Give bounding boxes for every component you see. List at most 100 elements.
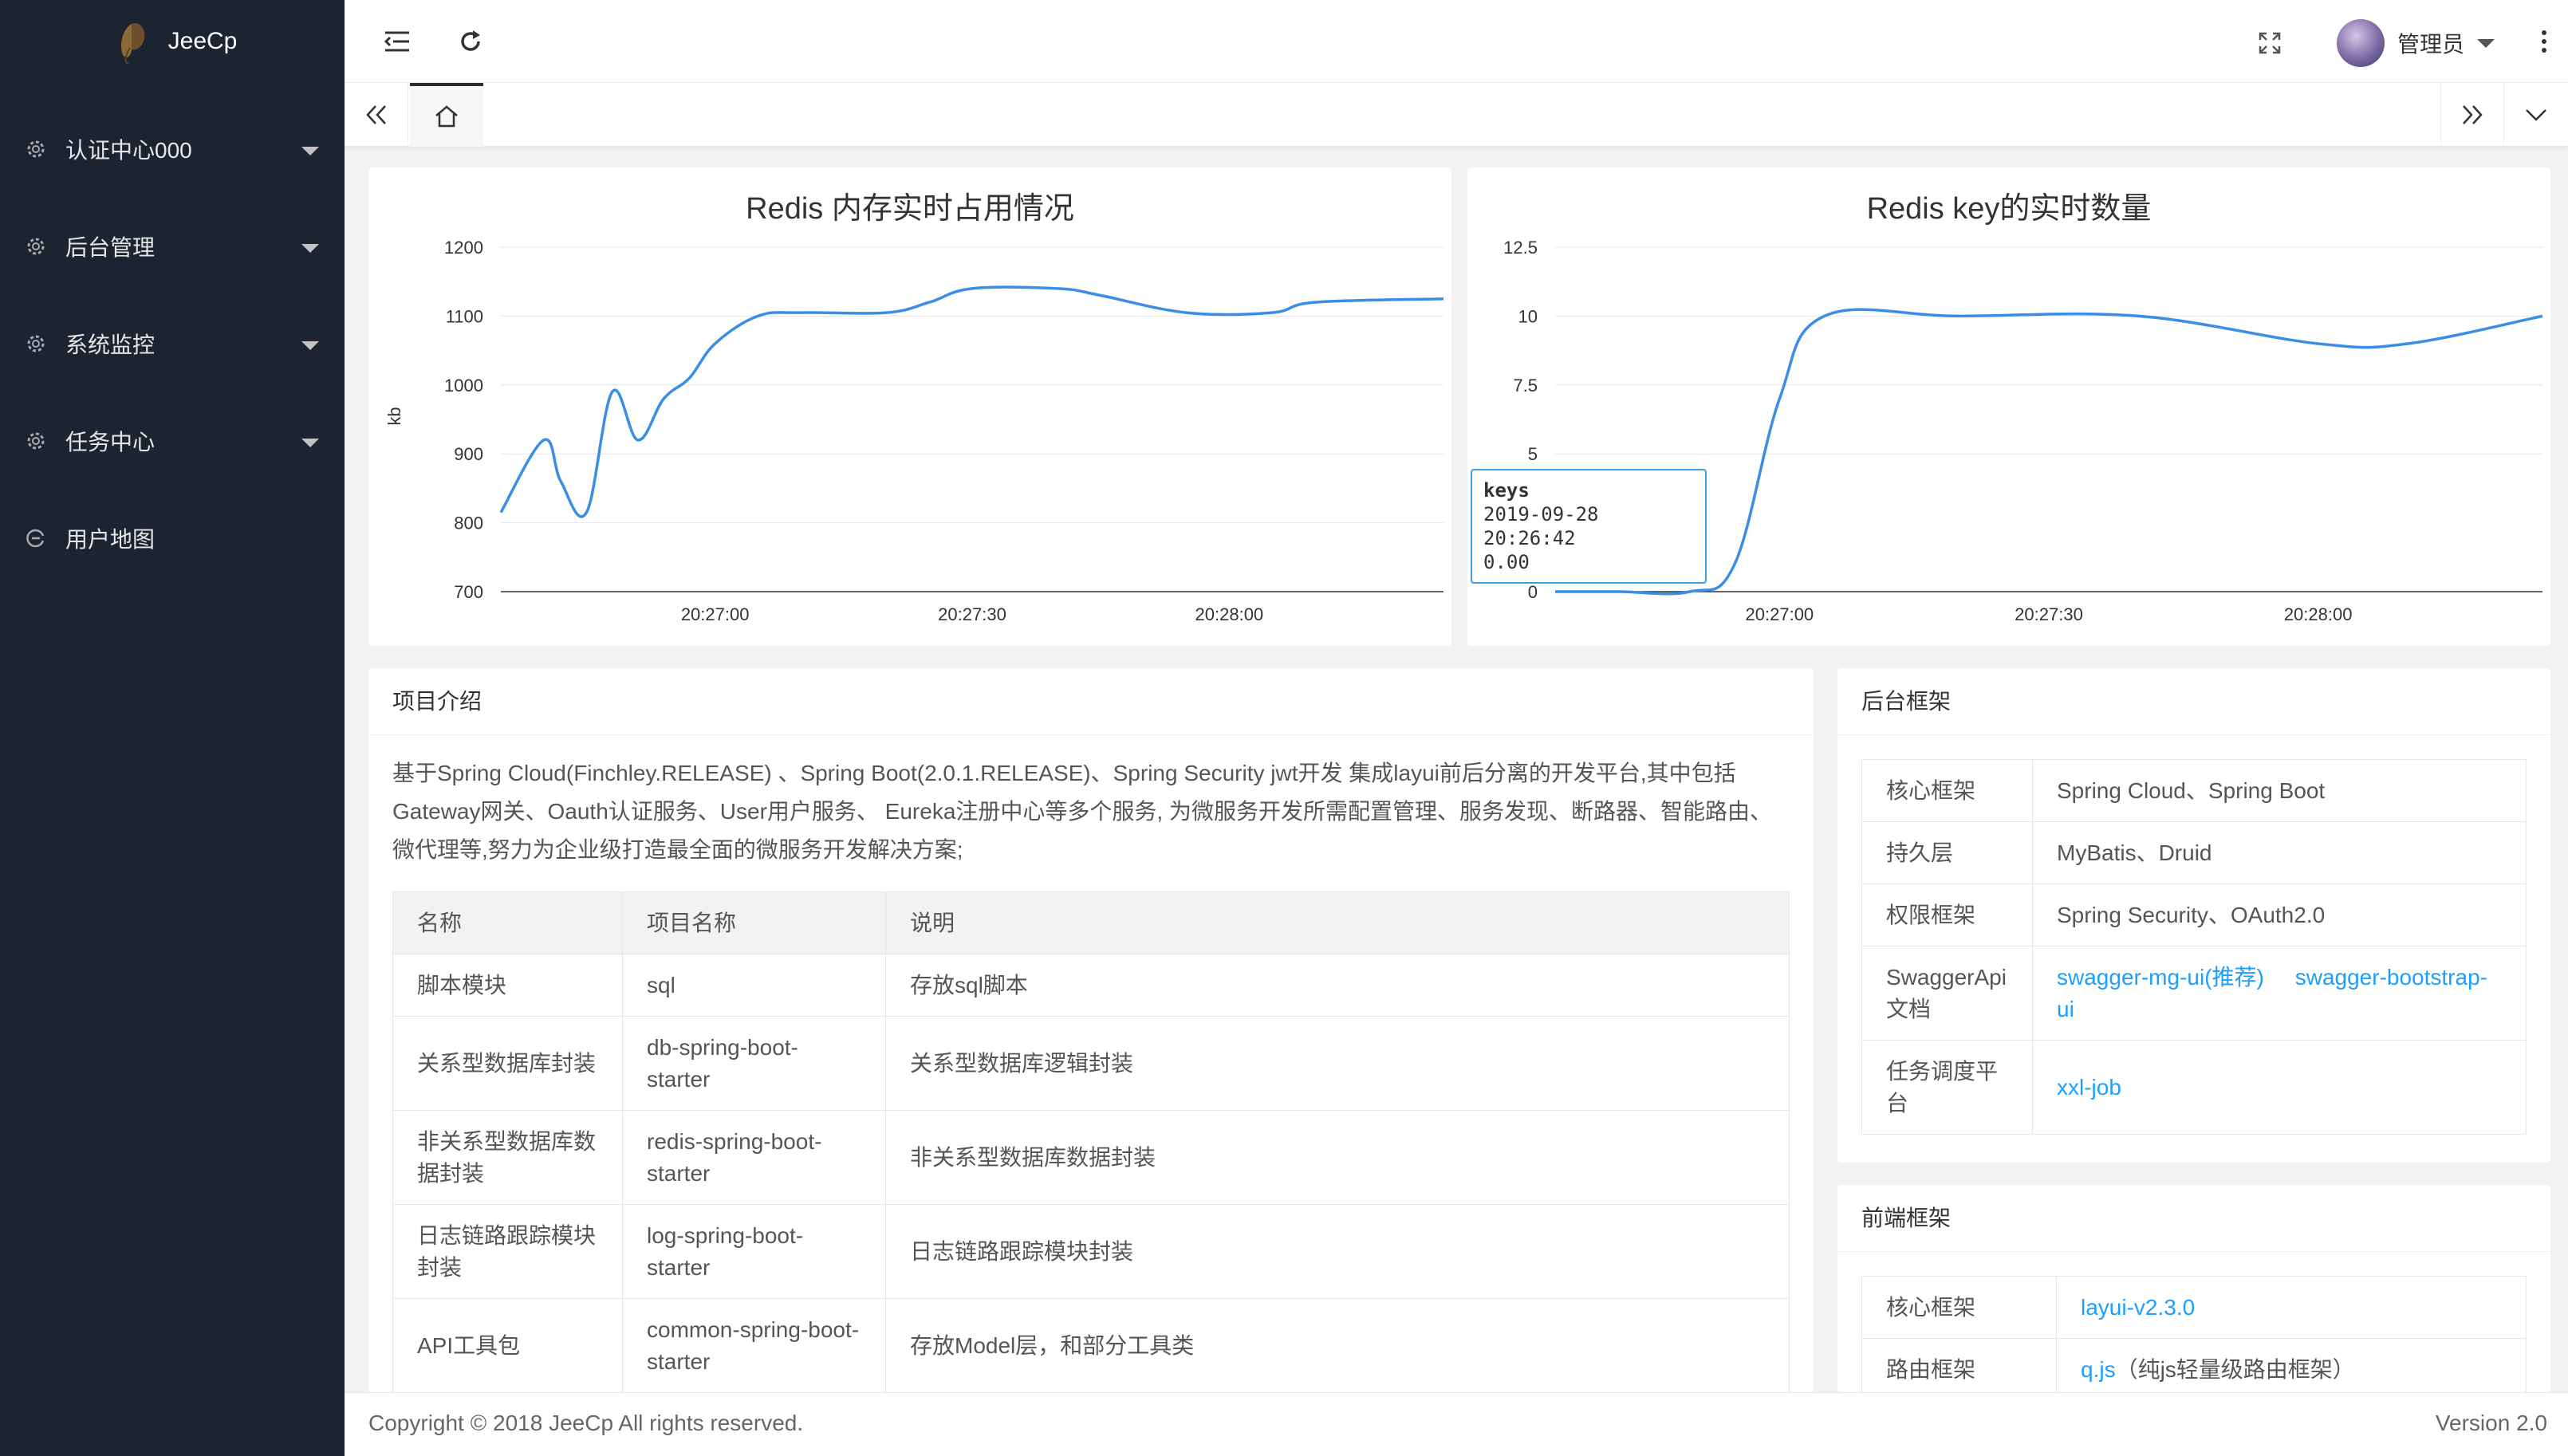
y-tick-label: 1000 — [444, 376, 483, 395]
y-axis-label: kb — [384, 407, 404, 425]
card-title: 前端框架 — [1837, 1185, 2550, 1252]
caret-down-icon — [301, 147, 319, 155]
cell: 权限框架 — [1861, 883, 2033, 946]
sidebar-item-label: 认证中心000 — [65, 138, 192, 163]
logo[interactable]: JeeCp — [0, 0, 345, 83]
cell: 脚本模块 — [392, 954, 623, 1017]
column-header: 项目名称 — [622, 891, 886, 954]
cell: 关系型数据库逻辑封装 — [885, 1016, 1790, 1111]
gear-icon — [24, 234, 48, 258]
sidebar-item-label: 任务中心 — [65, 430, 156, 455]
cell: Spring Cloud、Spring Boot — [2032, 759, 2527, 822]
caret-down-icon — [301, 439, 319, 447]
caret-down-icon — [301, 244, 319, 253]
layui-link[interactable]: layui-v2.3.0 — [2081, 1295, 2195, 1320]
logo-text: JeeCp — [167, 28, 238, 54]
xxl-job-link[interactable]: xxl-job — [2057, 1075, 2121, 1100]
tabs-scroll-left-icon[interactable] — [345, 83, 408, 147]
user-name: 管理员 — [2397, 32, 2464, 57]
qjs-link[interactable]: q.js — [2081, 1357, 2116, 1382]
gear-icon — [24, 137, 48, 161]
table-row: 脚本模块 sql 存放sql脚本 — [392, 954, 1790, 1017]
frontend-framework-card: 前端框架 核心框架 layui-v2.3.0 路由框架 q.js（纯js轻量级路… — [1837, 1185, 2550, 1392]
caret-down-icon — [2477, 38, 2495, 48]
cell: xxl-job — [2032, 1040, 2527, 1135]
y-tick-label: 1200 — [444, 238, 483, 258]
user-menu[interactable]: 管理员 — [2336, 19, 2495, 67]
sidebar-item-auth-center[interactable]: 认证中心000 — [0, 100, 345, 198]
y-tick-label: 12.5 — [1503, 238, 1538, 258]
cell: Spring Security、OAuth2.0 — [2032, 883, 2527, 946]
sidebar-item-label: 系统监控 — [65, 333, 156, 357]
tabs-dropdown-icon[interactable] — [2504, 83, 2568, 147]
sidebar-item-tasks[interactable]: 任务中心 — [0, 392, 345, 490]
qjs-note: （纯js轻量级路由框架） — [2115, 1356, 2355, 1382]
home-icon — [435, 105, 458, 128]
cell: q.js（纯js轻量级路由框架） — [2056, 1338, 2527, 1392]
cell: 存放Model层，和部分工具类 — [885, 1298, 1790, 1392]
modules-table: 名称 项目名称 说明 脚本模块 sql 存放sql脚本 关系型数据库封装 db-… — [392, 891, 1790, 1392]
memory-line-chart[interactable]: kb 1200 1100 1000 900 800 700 20:27:00 20:27:3… — [368, 167, 1451, 646]
butterfly-logo-icon — [120, 22, 144, 65]
table-row: 核心框架 Spring Cloud、Spring Boot — [1861, 759, 2527, 822]
memory-series-line — [499, 285, 1444, 518]
table-header-row: 名称 项目名称 说明 — [392, 891, 1790, 954]
refresh-icon[interactable] — [453, 24, 488, 59]
cell: layui-v2.3.0 — [2056, 1276, 2527, 1339]
table-row: 核心框架 layui-v2.3.0 — [1861, 1276, 2527, 1339]
cell: 关系型数据库封装 — [392, 1016, 623, 1111]
intro-text: 基于Spring Cloud(Finchley.RELEASE) 、Spring… — [392, 761, 1772, 862]
y-tick-label: 900 — [454, 444, 483, 464]
caret-down-icon — [301, 341, 319, 350]
sidebar-item-admin[interactable]: 后台管理 — [0, 198, 345, 295]
cell: 日志链路跟踪模块封装 — [392, 1204, 623, 1299]
x-tick-label: 20:27:30 — [938, 604, 1006, 624]
sidebar-item-monitor[interactable]: 系统监控 — [0, 295, 345, 392]
gear-icon — [24, 429, 48, 453]
backend-table: 核心框架 Spring Cloud、Spring Boot 持久层 MyBati… — [1861, 759, 2527, 1135]
project-intro-card: 项目介绍 基于Spring Cloud(Finchley.RELEASE) 、S… — [368, 668, 1814, 1392]
menu-toggle-icon[interactable] — [380, 24, 415, 59]
copyright-text: Copyright © 2018 JeeCp All rights reserv… — [368, 1411, 804, 1435]
card-title: 项目介绍 — [368, 668, 1814, 735]
cell: swagger-mg-ui(推荐) swagger-bootstrap-ui — [2032, 946, 2527, 1041]
keys-chart-card: Redis key的实时数量 12.5 10 7.5 5 0 20:27:00 20:27… — [1467, 167, 2550, 646]
cell: sql — [622, 954, 886, 1017]
sidebar-item-label: 后台管理 — [65, 235, 156, 260]
y-tick-label: 7.5 — [1513, 376, 1538, 395]
cell: 核心框架 — [1861, 759, 2033, 822]
cell: 非关系型数据库数据封装 — [392, 1110, 623, 1205]
column-header: 说明 — [885, 891, 1790, 954]
y-tick-label: 700 — [454, 582, 483, 602]
table-row: SwaggerApi文档 swagger-mg-ui(推荐) swagger-b… — [1861, 946, 2527, 1041]
memory-chart-card: Redis 内存实时占用情况 kb 1200 1100 1000 900 800 700 … — [368, 167, 1451, 646]
cell: 任务调度平台 — [1861, 1040, 2033, 1135]
tooltip-value: 0.00 — [1483, 551, 1530, 573]
cell: db-spring-boot-starter — [622, 1016, 886, 1111]
cell: SwaggerApi文档 — [1861, 946, 2033, 1041]
cell: 日志链路跟踪模块封装 — [885, 1204, 1790, 1299]
cell: 非关系型数据库数据封装 — [885, 1110, 1790, 1205]
top-header: 管理员 — [345, 0, 2568, 83]
tooltip-series: keys — [1483, 479, 1530, 502]
frontend-table: 核心框架 layui-v2.3.0 路由框架 q.js（纯js轻量级路由框架） — [1861, 1276, 2527, 1392]
sidebar-item-user-map[interactable]: 用户地图 — [0, 490, 345, 587]
gear-icon — [24, 332, 48, 356]
card-title: 后台框架 — [1837, 668, 2550, 735]
table-row: 非关系型数据库数据封装 redis-spring-boot-starter 非关… — [392, 1110, 1790, 1205]
column-header: 名称 — [392, 891, 623, 954]
y-tick-label: 5 — [1528, 444, 1538, 464]
tabs-scroll-right-icon[interactable] — [2440, 83, 2504, 147]
cell: redis-spring-boot-starter — [622, 1110, 886, 1205]
swagger-mg-ui-link[interactable]: swagger-mg-ui(推荐) — [2057, 965, 2264, 990]
backend-framework-card: 后台框架 核心框架 Spring Cloud、Spring Boot 持久层 M… — [1837, 668, 2550, 1163]
cell: API工具包 — [392, 1298, 623, 1392]
x-tick-label: 20:28:00 — [2284, 604, 2353, 624]
y-tick-label: 10 — [1518, 306, 1538, 326]
tooltip-time: 2019-09-28 20:26:42 — [1483, 503, 1599, 549]
more-vertical-icon[interactable] — [2527, 24, 2562, 59]
x-tick-label: 20:28:00 — [1195, 604, 1264, 624]
tab-home[interactable] — [410, 83, 483, 147]
fullscreen-icon[interactable] — [2252, 26, 2287, 61]
table-row: 持久层 MyBatis、Druid — [1861, 821, 2527, 884]
